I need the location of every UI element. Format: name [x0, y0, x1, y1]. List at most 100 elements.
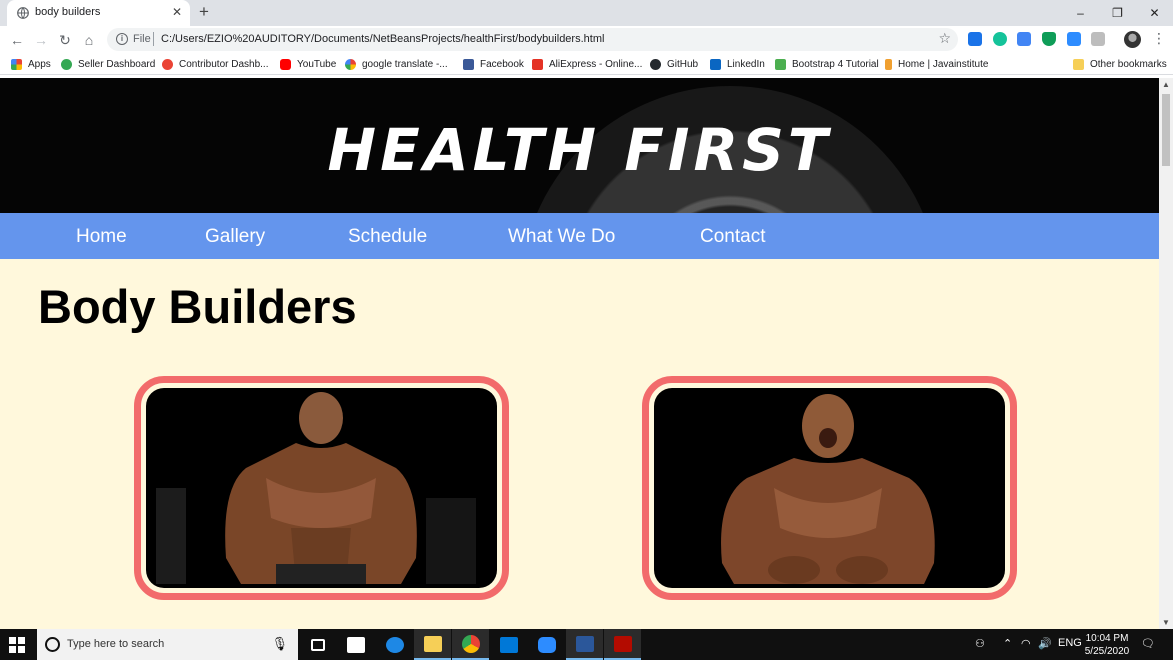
- browser-tab-strip: body builders ✕ + – ❐ ✕: [0, 0, 1173, 26]
- nav-schedule[interactable]: Schedule: [348, 226, 427, 248]
- forward-arrow-icon[interactable]: →: [32, 31, 50, 49]
- clock-time: 10:04 PM: [1085, 633, 1129, 644]
- browser-tab[interactable]: body builders ✕: [7, 0, 190, 26]
- people-icon[interactable]: ⚇: [975, 637, 985, 650]
- bookmark-label: Seller Dashboard: [78, 58, 156, 70]
- profile-avatar[interactable]: [1124, 31, 1141, 48]
- back-arrow-icon[interactable]: ←: [8, 31, 26, 49]
- menu-dots-icon[interactable]: ⋮: [1152, 30, 1166, 47]
- tab-close-icon[interactable]: ✕: [172, 5, 182, 19]
- task-view-icon[interactable]: [299, 629, 336, 660]
- scroll-down-icon[interactable]: ▼: [1162, 618, 1170, 627]
- bodybuilder-photo[interactable]: [654, 388, 1005, 588]
- bookmark-label: AliExpress - Online...: [549, 58, 643, 70]
- bookmark-star-icon[interactable]: ☆: [938, 30, 951, 47]
- aliexpress-icon: [532, 58, 543, 70]
- grammarly-icon[interactable]: [993, 32, 1007, 46]
- bookmark-label: Other bookmarks: [1090, 58, 1167, 70]
- address-url[interactable]: C:/Users/EZIO%20AUDITORY/Documents/NetBe…: [161, 33, 604, 45]
- bookmark-google-translate[interactable]: google translate -...: [345, 57, 448, 71]
- windows-start-icon[interactable]: [9, 637, 25, 653]
- close-window-button[interactable]: ✕: [1136, 0, 1173, 26]
- window-controls: – ❐ ✕: [1062, 0, 1173, 26]
- bookmark-bootstrap[interactable]: Bootstrap 4 Tutorial: [775, 57, 879, 71]
- chrome-icon[interactable]: [452, 629, 489, 660]
- nav-gallery[interactable]: Gallery: [205, 226, 265, 248]
- bookmark-other[interactable]: Other bookmarks: [1073, 57, 1167, 71]
- github-icon: [650, 58, 661, 70]
- bookmark-label: Facebook: [480, 58, 524, 70]
- action-center-icon[interactable]: 🗨: [1141, 637, 1155, 650]
- bodybuilder-figure-1: [156, 392, 476, 584]
- bookmark-youtube[interactable]: YouTube: [280, 57, 336, 71]
- home-icon[interactable]: ⌂: [80, 31, 98, 49]
- extension-cast-icon[interactable]: [968, 32, 982, 46]
- bookmark-javainstitute[interactable]: Home | Javainstitute: [885, 57, 988, 71]
- apps-grid-icon: [11, 58, 22, 70]
- zoom-extension-icon[interactable]: [1067, 32, 1081, 46]
- bookmark-aliexpress[interactable]: AliExpress - Online...: [532, 57, 642, 71]
- bodybuilder-photo-frame: [642, 376, 1017, 600]
- bookmark-label: YouTube: [297, 58, 337, 70]
- bookmark-label: GitHub: [667, 58, 699, 70]
- new-tab-button[interactable]: +: [199, 3, 209, 21]
- word-icon[interactable]: [566, 629, 603, 660]
- info-icon[interactable]: i: [116, 33, 128, 45]
- google-icon: [345, 58, 356, 70]
- scroll-up-icon[interactable]: ▲: [1162, 80, 1170, 89]
- clock-date: 5/25/2020: [1084, 646, 1130, 657]
- folder-icon: [1073, 58, 1084, 70]
- translate-icon[interactable]: [1017, 32, 1031, 46]
- restore-button[interactable]: ❐: [1099, 0, 1136, 26]
- w3schools-icon: [775, 58, 786, 70]
- taskbar-search-box[interactable]: Type here to search 🎙: [37, 629, 298, 660]
- facebook-icon: [463, 58, 474, 70]
- windows-taskbar: Type here to search 🎙 ⚇ ⌃ ◠ 🔊 ENG 10:04 …: [0, 629, 1173, 660]
- seller-dashboard-icon: [61, 58, 72, 70]
- microphone-icon[interactable]: 🎙: [271, 636, 288, 652]
- contributor-icon: [162, 58, 173, 70]
- cortana-icon: [45, 637, 60, 652]
- bodybuilder-figure-2: [721, 394, 935, 584]
- acrobat-icon[interactable]: [604, 629, 641, 660]
- file-explorer-icon[interactable]: [414, 629, 451, 660]
- bookmark-label: Contributor Dashb...: [179, 58, 269, 70]
- globe-icon: [17, 7, 29, 19]
- youtube-icon: [280, 58, 291, 70]
- address-scheme: File: [133, 33, 151, 45]
- address-bar[interactable]: i File C:/Users/EZIO%20AUDITORY/Document…: [107, 28, 958, 51]
- zoom-icon[interactable]: [528, 629, 565, 660]
- acrobat-extension-icon[interactable]: [1091, 32, 1105, 46]
- store-icon[interactable]: [337, 629, 374, 660]
- site-navbar: Home Gallery Schedule What We Do Contact: [0, 213, 1159, 259]
- nav-home[interactable]: Home: [76, 226, 127, 248]
- scrollbar-thumb[interactable]: [1162, 94, 1170, 166]
- bookmark-contributor[interactable]: Contributor Dashb...: [162, 57, 269, 71]
- bodybuilder-photo[interactable]: [146, 388, 497, 588]
- bookmark-seller-dashboard[interactable]: Seller Dashboard: [61, 57, 155, 71]
- mail-icon[interactable]: [490, 629, 527, 660]
- search-placeholder: Type here to search: [67, 638, 165, 650]
- bookmark-label: Home | Javainstitute: [898, 58, 989, 70]
- minimize-button[interactable]: –: [1062, 0, 1099, 26]
- volume-icon[interactable]: 🔊: [1038, 637, 1052, 650]
- page-scrollbar[interactable]: ▲ ▼: [1159, 78, 1173, 629]
- system-clock[interactable]: 10:04 PM 5/25/2020: [1082, 632, 1132, 658]
- bookmark-label: google translate -...: [362, 58, 448, 70]
- bookmark-facebook[interactable]: Facebook: [463, 57, 524, 71]
- brand-logo-text: HEALTH FIRST: [327, 116, 832, 184]
- page-title: Body Builders: [38, 280, 357, 333]
- nav-what-we-do[interactable]: What We Do: [508, 226, 615, 248]
- edge-icon[interactable]: [376, 629, 413, 660]
- show-hidden-icons-icon[interactable]: ⌃: [1003, 637, 1012, 650]
- reload-icon[interactable]: ↻: [56, 31, 74, 49]
- bodybuilder-photo-frame: [134, 376, 509, 600]
- nav-contact[interactable]: Contact: [700, 226, 765, 248]
- language-indicator[interactable]: ENG: [1058, 637, 1082, 649]
- bookmark-apps[interactable]: Apps: [11, 57, 51, 71]
- bookmark-linkedin[interactable]: LinkedIn: [710, 57, 765, 71]
- network-icon[interactable]: ◠: [1021, 637, 1031, 650]
- shield-icon[interactable]: [1042, 32, 1056, 46]
- browser-toolbar: ← → ↻ ⌂ i File C:/Users/EZIO%20AUDITORY/…: [0, 26, 1173, 53]
- bookmark-github[interactable]: GitHub: [650, 57, 698, 71]
